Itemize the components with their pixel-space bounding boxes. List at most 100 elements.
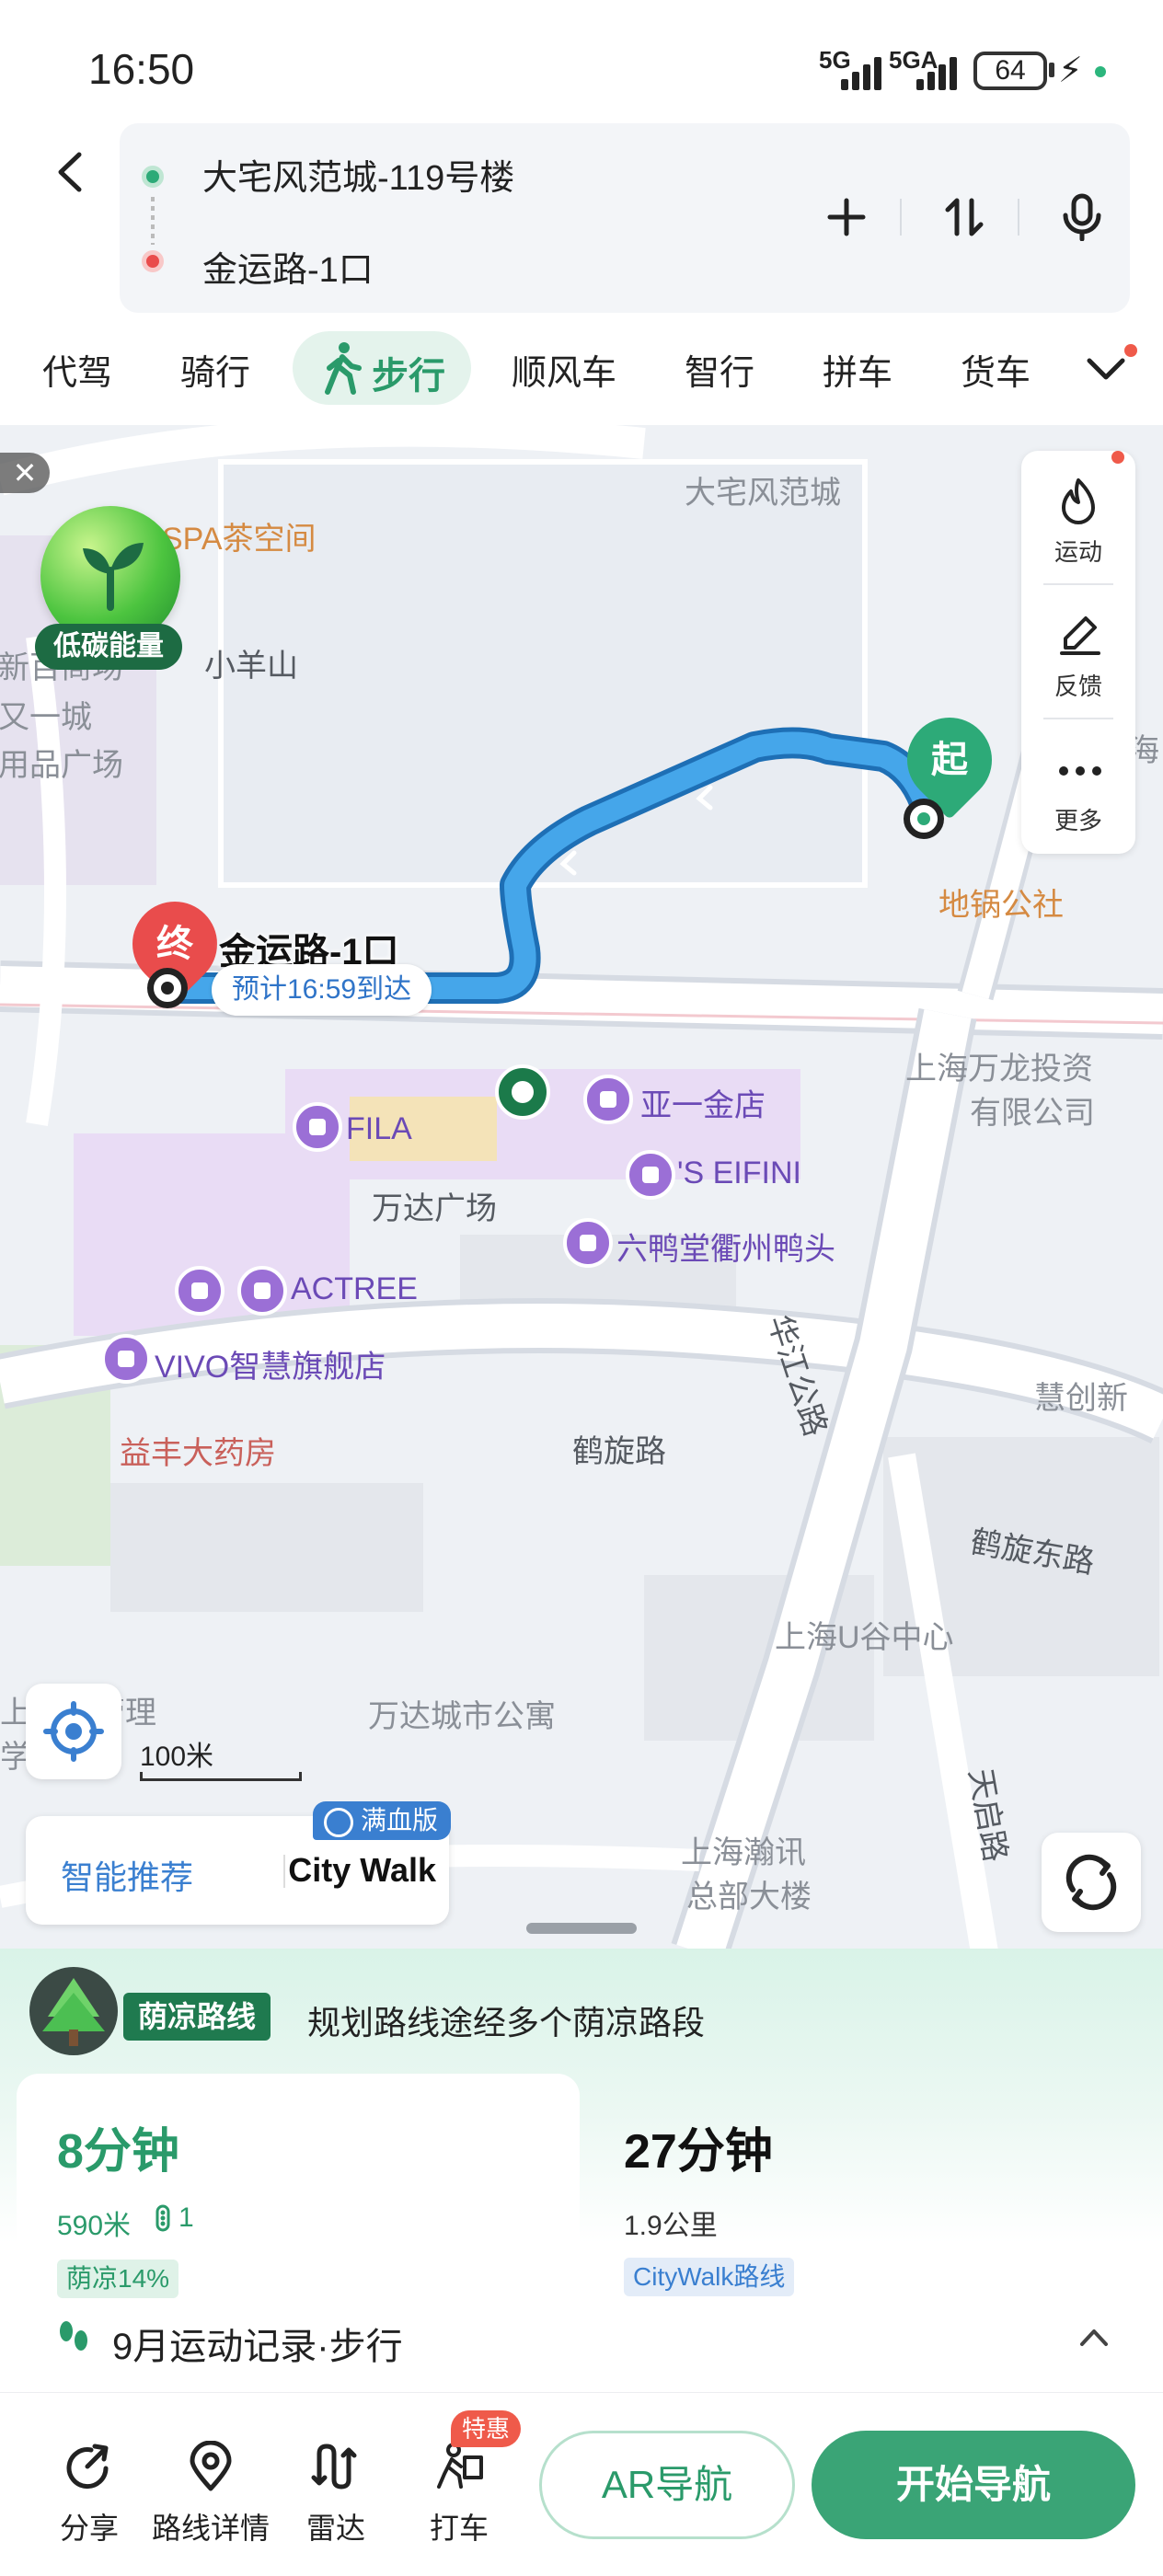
map-label-left3: 用品广场 <box>0 748 123 783</box>
crosshair-icon <box>43 1701 104 1762</box>
start-marker[interactable]: 起 <box>889 699 1010 821</box>
privacy-dot <box>1095 66 1106 77</box>
end-location-field[interactable]: 金运路-1口 <box>202 241 374 292</box>
option-1-tag: 荫凉14% <box>57 2260 179 2298</box>
eta-label: 预计16:59到达 <box>212 964 432 1016</box>
travel-mode-tabs: 代驾 骑行 步行 顺风车 智行 拼车 货车 <box>0 328 1163 410</box>
refresh-route-button[interactable] <box>1042 1833 1141 1932</box>
map-view[interactable]: 大宅风范城 SPA茶空间 小羊山 新百商场 又一城 用品广场 地锅公社 海 上海… <box>0 425 1163 1952</box>
tab-carpool[interactable]: 拼车 <box>823 344 892 395</box>
map-label-eifini: 'S EIFINI <box>677 1156 801 1190</box>
shade-route-tag: 荫凉路线 <box>123 1993 271 2041</box>
map-label-yayi: 亚一金店 <box>640 1088 766 1123</box>
tree-icon <box>29 1967 118 2055</box>
notification-dot <box>1124 344 1137 357</box>
route-option-citywalk[interactable]: 27分钟 1.9公里 CityWalk路线 <box>589 2074 1146 2385</box>
locate-me-button[interactable] <box>26 1684 121 1779</box>
map-label-huichuang: 慧创新 <box>1034 1381 1128 1416</box>
exercise-label: 运动 <box>1054 538 1102 566</box>
map-label-ugu: 上海U谷中心 <box>775 1620 954 1655</box>
status-time: 16:50 <box>88 45 195 93</box>
header-divider <box>900 199 902 236</box>
route-input-box: 大宅风范城-119号楼 金运路-1口 <box>120 123 1130 313</box>
location-pin-icon <box>190 2441 232 2491</box>
clothing-poi-icon[interactable] <box>237 1266 287 1316</box>
map-label-xiaoyangshan: 小羊山 <box>204 649 298 684</box>
map-label-hexuanlu: 鹤旋路 <box>572 1434 666 1469</box>
tab-walking[interactable]: 步行 <box>293 331 471 405</box>
start-dot-icon <box>142 166 164 188</box>
tab-walking-label: 步行 <box>372 356 445 397</box>
option-2-distance: 1.9公里 <box>624 2211 718 2241</box>
route-connector <box>151 197 155 245</box>
start-location-field[interactable]: 大宅风范城-119号楼 <box>202 149 514 200</box>
eco-energy-label: 低碳能量 <box>35 624 182 670</box>
refresh-icon <box>1065 1854 1117 1911</box>
map-label-liuyatang: 六鸭堂衢州鸭头 <box>616 1232 835 1267</box>
map-label-hanxun-2: 总部大楼 <box>686 1880 812 1915</box>
share-label: 分享 <box>59 2512 119 2545</box>
chevron-up-icon[interactable] <box>1078 2326 1110 2348</box>
radar-label: 雷达 <box>305 2512 365 2545</box>
tab-hitch[interactable]: 顺风车 <box>512 344 616 395</box>
option-2-tag: CityWalk路线 <box>624 2258 795 2296</box>
shop-poi-icon[interactable] <box>175 1266 225 1316</box>
chevron-down-icon[interactable] <box>1086 355 1126 383</box>
option-2-time: 27分钟 <box>624 2125 773 2179</box>
close-eco-button[interactable]: ✕ <box>0 453 50 493</box>
feedback-button[interactable]: 反馈 <box>1021 585 1135 714</box>
clothing-poi-icon[interactable] <box>626 1150 675 1200</box>
back-arrow-icon[interactable] <box>48 149 94 195</box>
footprints-icon <box>60 2321 87 2351</box>
map-label-diguo: 地锅公社 <box>938 888 1064 923</box>
route-details-label: 路线详情 <box>151 2512 270 2545</box>
charging-icon: ⚡ <box>1058 52 1083 90</box>
more-button[interactable]: 更多 <box>1021 719 1135 848</box>
option-1-distance: 590米 <box>57 2211 132 2241</box>
full-version-badge: 满血版 <box>313 1801 452 1840</box>
end-dot-icon <box>142 250 164 272</box>
citywalk-option[interactable]: City Walk <box>271 1851 436 1890</box>
map-label-dazhai: 大宅风范城 <box>685 476 841 511</box>
more-label: 更多 <box>1054 807 1102 834</box>
swap-route-button[interactable] <box>935 188 994 247</box>
shopping-cart-poi-icon[interactable] <box>563 1218 613 1268</box>
start-navigation-button[interactable]: 开始导航 <box>812 2431 1135 2539</box>
pencil-icon <box>1060 616 1100 655</box>
voice-input-button[interactable] <box>1053 188 1111 247</box>
radar-icon <box>311 2444 357 2490</box>
sheet-drag-handle[interactable] <box>526 1923 637 1934</box>
tab-zhixing[interactable]: 智行 <box>685 344 754 395</box>
share-icon <box>66 2444 109 2490</box>
map-side-toolbar: 运动 反馈 更多 <box>1021 451 1135 854</box>
notification-dot <box>1111 451 1124 464</box>
exercise-button[interactable]: 运动 <box>1021 451 1135 580</box>
phone-poi-icon[interactable] <box>101 1334 151 1384</box>
battery-indicator: 64 <box>973 52 1047 90</box>
discount-badge: 特惠 <box>451 2410 522 2447</box>
add-waypoint-button[interactable] <box>817 188 876 247</box>
smart-recommend-option[interactable]: 智能推荐 <box>61 1851 193 1899</box>
tab-daijia[interactable]: 代驾 <box>42 344 112 395</box>
tab-cycling[interactable]: 骑行 <box>180 344 250 395</box>
start-marker-label: 起 <box>931 740 968 780</box>
shade-route-description: 规划路线途经多个荫凉路段 <box>307 2004 706 2041</box>
map-label-wanlong-1: 上海万龙投资 <box>905 1052 1093 1087</box>
map-label-spa: SPA茶空间 <box>162 522 317 557</box>
exercise-record-label[interactable]: 9月运动记录·步行 <box>112 2317 403 2370</box>
signal-bars-icon <box>841 53 889 90</box>
map-label-yifeng: 益丰大药房 <box>120 1436 276 1471</box>
walking-person-icon <box>325 342 362 395</box>
shop-poi-icon[interactable] <box>583 1075 633 1124</box>
feedback-label: 反馈 <box>1054 673 1102 700</box>
map-label-wandacity: 万达城市公寓 <box>368 1699 556 1734</box>
flame-icon <box>1062 478 1095 524</box>
ar-navigation-button[interactable]: AR导航 <box>539 2431 795 2539</box>
traffic-light-icon <box>155 2204 170 2232</box>
map-label-actree: ACTREE <box>291 1271 418 1306</box>
status-bar: 16:50 5G 5GA 64 ⚡ <box>0 0 1163 129</box>
shop-poi-icon[interactable] <box>293 1102 342 1152</box>
start-node <box>904 799 944 839</box>
tab-freight[interactable]: 货车 <box>961 344 1031 395</box>
map-label-wanlong-2: 有限公司 <box>970 1096 1095 1131</box>
